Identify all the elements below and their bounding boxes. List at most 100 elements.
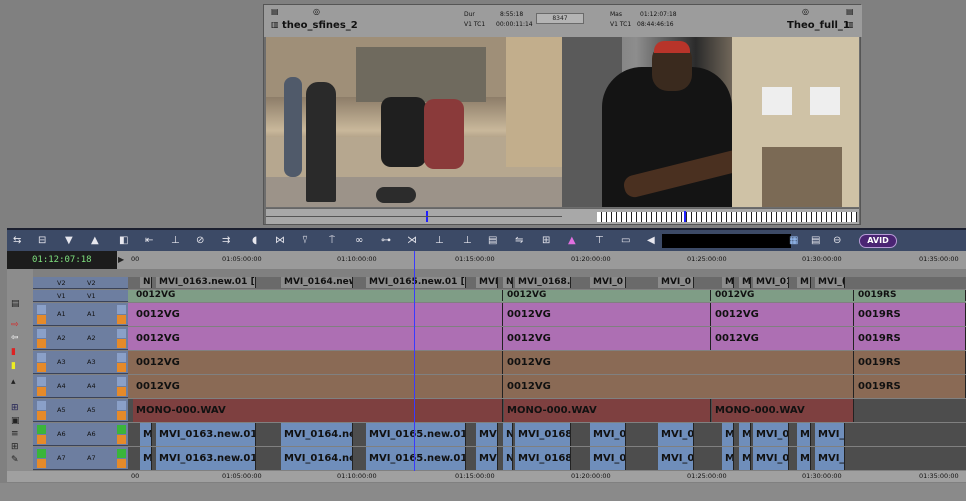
bottom-timeline-ruler[interactable]: 00 01:05:00:00 01:10:00:00 01:15:00:00 0… bbox=[7, 471, 966, 482]
record-track-label[interactable]: V1 bbox=[57, 292, 66, 300]
extract-icon[interactable]: ▲ bbox=[91, 234, 99, 248]
record-track-label[interactable]: A4 bbox=[57, 382, 66, 390]
audio-clip[interactable]: MVI_0164.new. bbox=[281, 423, 353, 446]
clear-marks-icon[interactable]: ⊘ bbox=[196, 234, 204, 248]
track-monitor-button[interactable] bbox=[117, 459, 126, 468]
audio-clip[interactable]: 0012VG bbox=[504, 303, 711, 326]
timeline-ruler[interactable]: 01:12:07:18 ▶ 00 01:05:00:00 01:10:00:00… bbox=[7, 251, 966, 269]
splice-in-icon[interactable]: ⇤ bbox=[145, 234, 153, 248]
audio-clip[interactable]: M bbox=[140, 447, 152, 470]
track-lock-button[interactable] bbox=[117, 449, 126, 458]
track-solo-button[interactable] bbox=[37, 329, 46, 338]
audio-clip[interactable]: M bbox=[797, 447, 811, 470]
expand-arrow-icon[interactable]: ▶ bbox=[118, 253, 124, 267]
record-track-label[interactable]: A3 bbox=[57, 358, 66, 366]
toggle-source-record-icon[interactable]: ⊟ bbox=[38, 234, 46, 248]
record-menu-icon[interactable]: ▤ bbox=[846, 8, 854, 16]
record-video-frame[interactable] bbox=[562, 37, 859, 207]
track-solo-button[interactable] bbox=[37, 377, 46, 386]
track-height-icon[interactable]: ≡ bbox=[11, 429, 19, 439]
source-track-label[interactable]: A1 bbox=[87, 310, 96, 318]
link-icon[interactable]: ∞ bbox=[355, 234, 363, 248]
source-track-label[interactable]: A4 bbox=[87, 382, 96, 390]
audio-clip[interactable]: MVI_0168. bbox=[515, 447, 571, 470]
timeline-menu-icon[interactable]: ▤ bbox=[11, 299, 20, 309]
marker-icon[interactable]: ▲ bbox=[568, 234, 576, 248]
track-solo-button[interactable] bbox=[37, 449, 46, 458]
add-edit-icon[interactable]: ⋈ bbox=[275, 234, 285, 248]
track-header[interactable]: A4 A4 bbox=[33, 375, 128, 398]
v2-clip[interactable]: MVI bbox=[476, 277, 498, 288]
audio-clip[interactable]: 0012VG bbox=[133, 303, 503, 326]
source-video-frame[interactable] bbox=[266, 37, 562, 207]
timeline-timecode[interactable]: 01:12:07:18 bbox=[7, 251, 117, 269]
motion-effect-icon[interactable]: ⇋ bbox=[515, 234, 523, 248]
track-solo-button[interactable] bbox=[37, 401, 46, 410]
insert-icon[interactable]: ⊞ bbox=[542, 234, 550, 248]
source-counter-box[interactable]: 8347 bbox=[536, 13, 584, 24]
effect-mode-icon[interactable]: ⍑ bbox=[329, 234, 335, 248]
audio-clip[interactable]: M bbox=[722, 423, 734, 446]
source-track-label[interactable]: V1 bbox=[87, 292, 96, 300]
audio-clip[interactable]: 0012VG bbox=[504, 375, 854, 398]
v2-clip[interactable]: MVI_0164.new. bbox=[281, 277, 353, 288]
audio-clip[interactable]: 0019RS bbox=[855, 375, 966, 398]
unlink-icon[interactable]: ⊶ bbox=[381, 234, 391, 248]
track-header[interactable]: A5 A5 bbox=[33, 399, 128, 422]
track-mute-button[interactable] bbox=[37, 411, 46, 420]
source-track-label[interactable]: A2 bbox=[87, 334, 96, 342]
v2-clip[interactable]: MVI_( bbox=[815, 277, 845, 288]
white-arrow-icon[interactable]: ⇦ bbox=[11, 333, 19, 343]
audio-clip[interactable]: M bbox=[140, 423, 152, 446]
track-solo-button[interactable] bbox=[37, 305, 46, 314]
track-header[interactable]: A7 A7 bbox=[33, 447, 128, 470]
record-track-label[interactable]: V2 bbox=[57, 279, 66, 287]
v2-clip[interactable]: MVI_0 bbox=[658, 277, 694, 288]
record-track-label[interactable]: A6 bbox=[57, 430, 66, 438]
overwrite-icon[interactable]: ⊥ bbox=[171, 234, 180, 248]
audio-clip[interactable]: 0019RS bbox=[855, 351, 966, 374]
v2-clip[interactable]: MVI_0168. bbox=[515, 277, 571, 288]
source-track-label[interactable]: A7 bbox=[87, 454, 96, 462]
v2-clip[interactable]: M bbox=[722, 277, 734, 288]
track-lock-button[interactable] bbox=[117, 425, 126, 434]
audio-clip[interactable]: MVI_01 bbox=[753, 447, 789, 470]
audio-clip[interactable]: MVI_0168. bbox=[515, 423, 571, 446]
track-mute-button[interactable] bbox=[37, 363, 46, 372]
source-link-icon[interactable]: ◎ bbox=[313, 8, 320, 16]
track-mute-button[interactable] bbox=[37, 387, 46, 396]
track-solo-button[interactable] bbox=[37, 353, 46, 362]
track-monitor-button[interactable] bbox=[117, 435, 126, 444]
audio-clip[interactable]: 0012VG bbox=[504, 351, 854, 374]
source-position-bar[interactable] bbox=[266, 208, 562, 224]
audio-clip[interactable]: M bbox=[797, 423, 811, 446]
v2-clip[interactable]: MVI_0163.new.01 [2 bbox=[156, 277, 256, 288]
v1-clip[interactable]: 0012VG bbox=[133, 290, 503, 301]
track-monitor-button[interactable] bbox=[117, 411, 126, 420]
audio-clip[interactable]: 0012VG bbox=[712, 327, 854, 350]
v2-clip[interactable]: N bbox=[140, 277, 152, 288]
track-mute-button[interactable] bbox=[37, 435, 46, 444]
track-solo-button[interactable] bbox=[37, 425, 46, 434]
dur-value[interactable]: 8:55:18 bbox=[500, 11, 523, 18]
audio-clip[interactable]: 0012VG bbox=[133, 375, 503, 398]
pen-icon[interactable]: ✎ bbox=[11, 455, 19, 465]
grid-icon[interactable]: ⊞ bbox=[11, 442, 19, 452]
audio-clip[interactable]: MVI_0163.new.01 bbox=[156, 447, 256, 470]
source-track-label[interactable]: A5 bbox=[87, 406, 96, 414]
audio-clip[interactable]: 0012VG bbox=[133, 327, 503, 350]
v2-clip[interactable]: M bbox=[797, 277, 811, 288]
settings-icon[interactable]: ▤ bbox=[811, 234, 820, 248]
audio-clip[interactable]: MONO-000.WAV bbox=[504, 399, 711, 422]
v1-clip[interactable]: 0012VG bbox=[504, 290, 711, 301]
lift-icon[interactable]: ▼ bbox=[65, 234, 73, 248]
source-track-label[interactable]: V2 bbox=[87, 279, 96, 287]
v2-clip[interactable]: M bbox=[739, 277, 751, 288]
v1-clip[interactable]: 0019RS bbox=[855, 290, 966, 301]
audio-clip[interactable]: M bbox=[722, 447, 734, 470]
v2-clip[interactable]: MVI_0165.new.01 [2 bbox=[366, 277, 466, 288]
source-menu-icon[interactable]: ▤ bbox=[271, 8, 279, 16]
audio-clip[interactable]: MVI bbox=[476, 423, 498, 446]
match-frame-icon[interactable]: ⇉ bbox=[222, 234, 230, 248]
track-header[interactable]: A1 A1 bbox=[33, 303, 128, 326]
